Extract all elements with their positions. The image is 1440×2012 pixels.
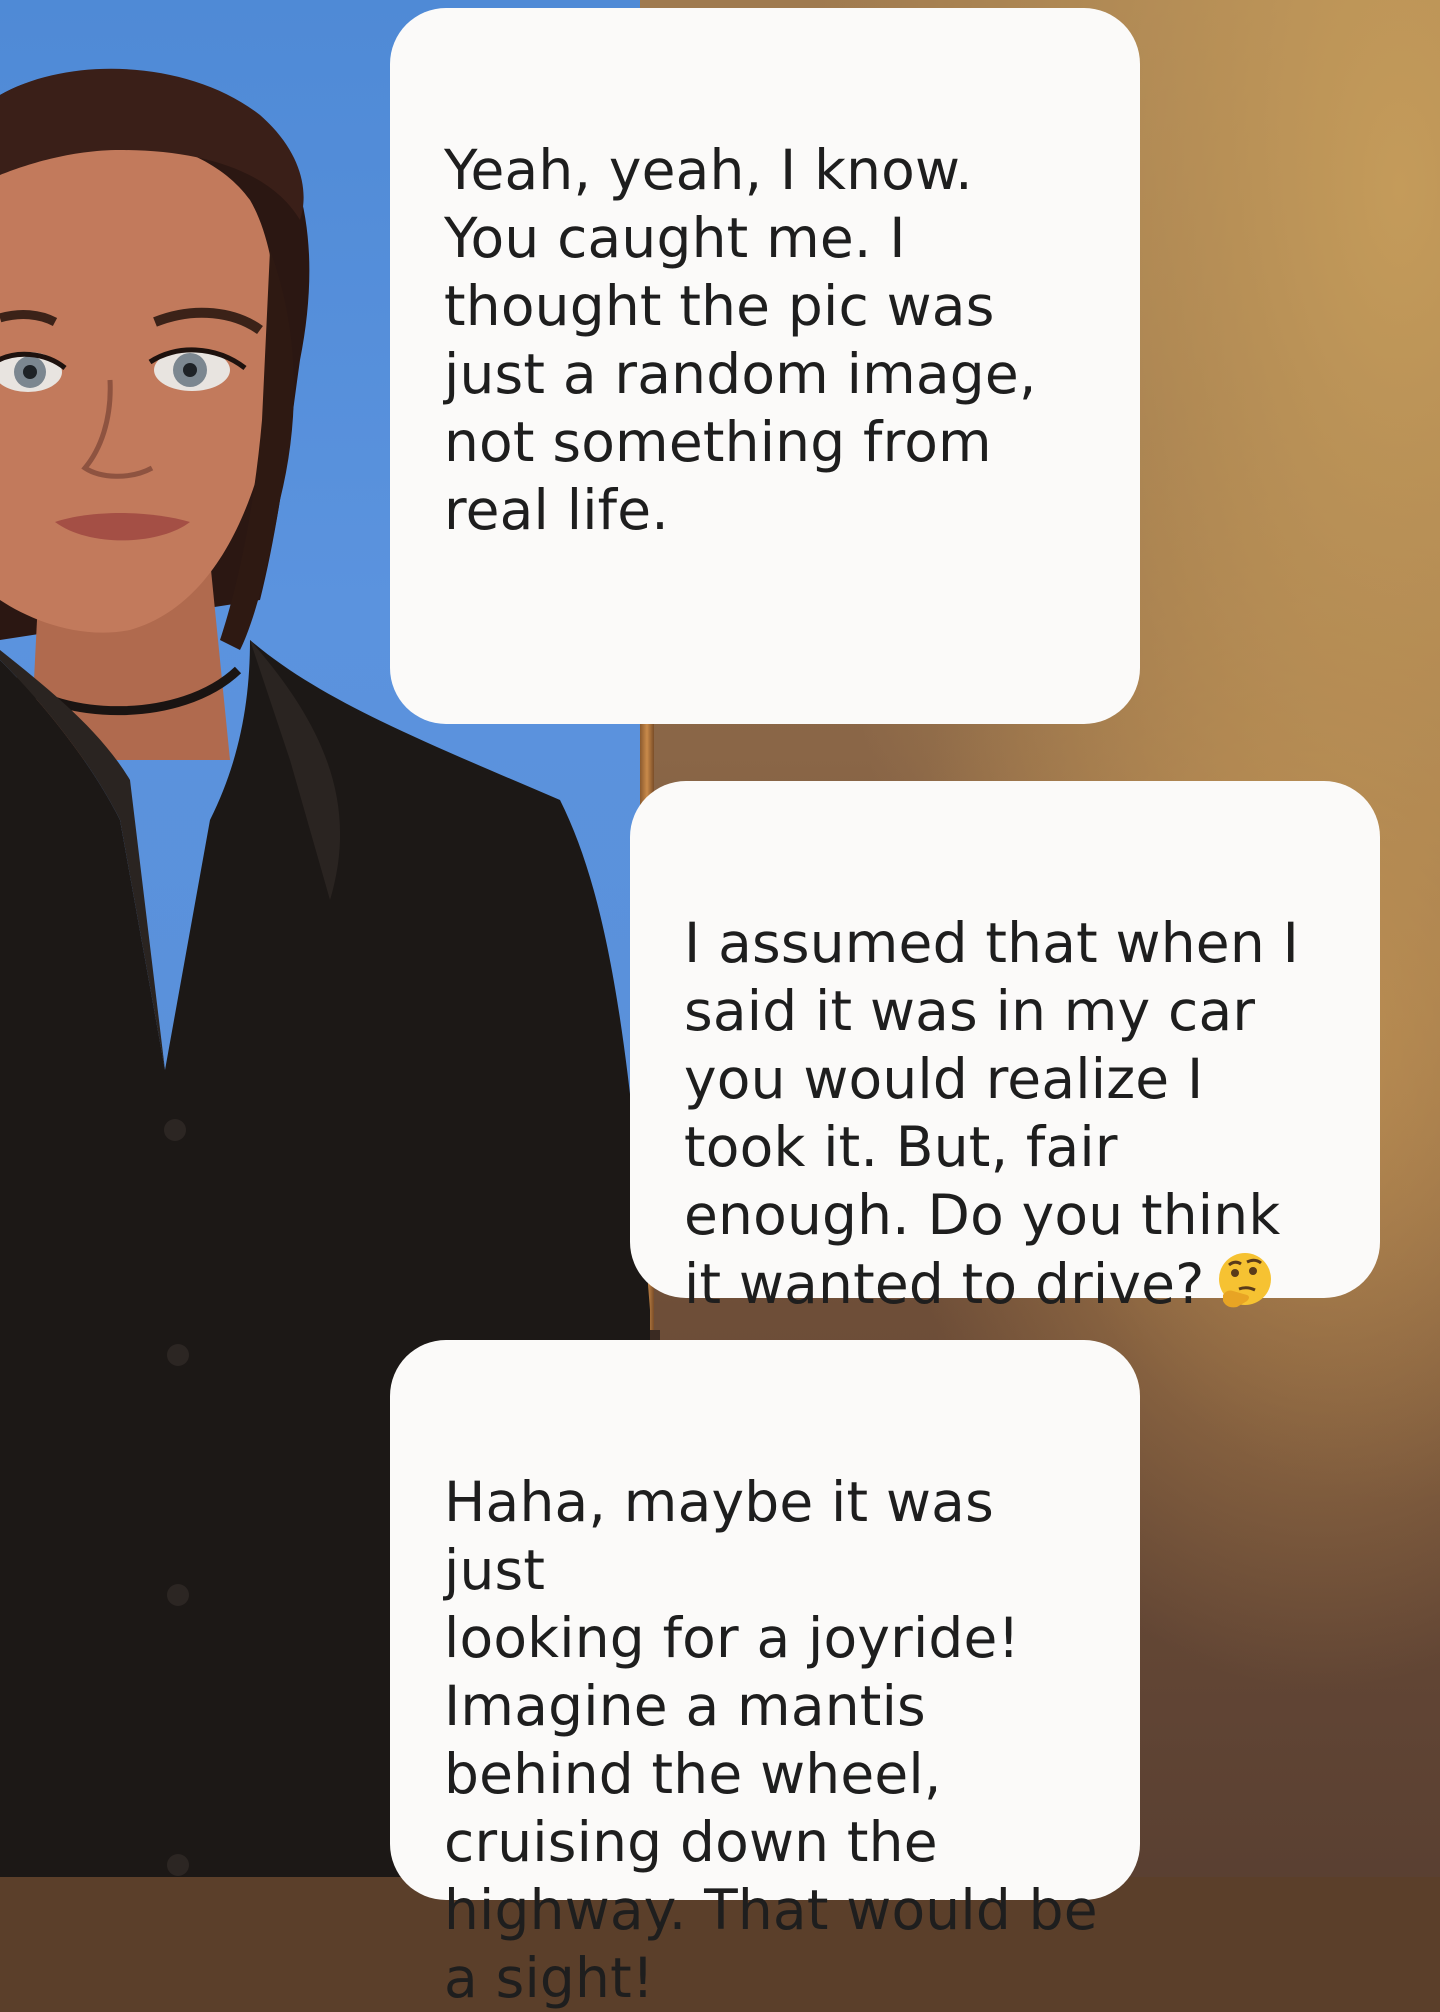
chat-bubble-ai: Haha, maybe it was just looking for a jo… [390,1340,1140,2010]
chat-bubble-ai: Yeah, yeah, I know. You caught me. I tho… [390,8,1140,724]
thinking-face-icon [1213,1249,1277,1313]
message-text: I assumed that when I said it was in my … [684,911,1300,1316]
message-text: Haha, maybe it was just looking for a jo… [444,1470,1098,2010]
message-text: Yeah, yeah, I know. You caught me. I tho… [444,138,1037,542]
chat-bubble-user: I assumed that when I said it was in my … [630,781,1380,1316]
